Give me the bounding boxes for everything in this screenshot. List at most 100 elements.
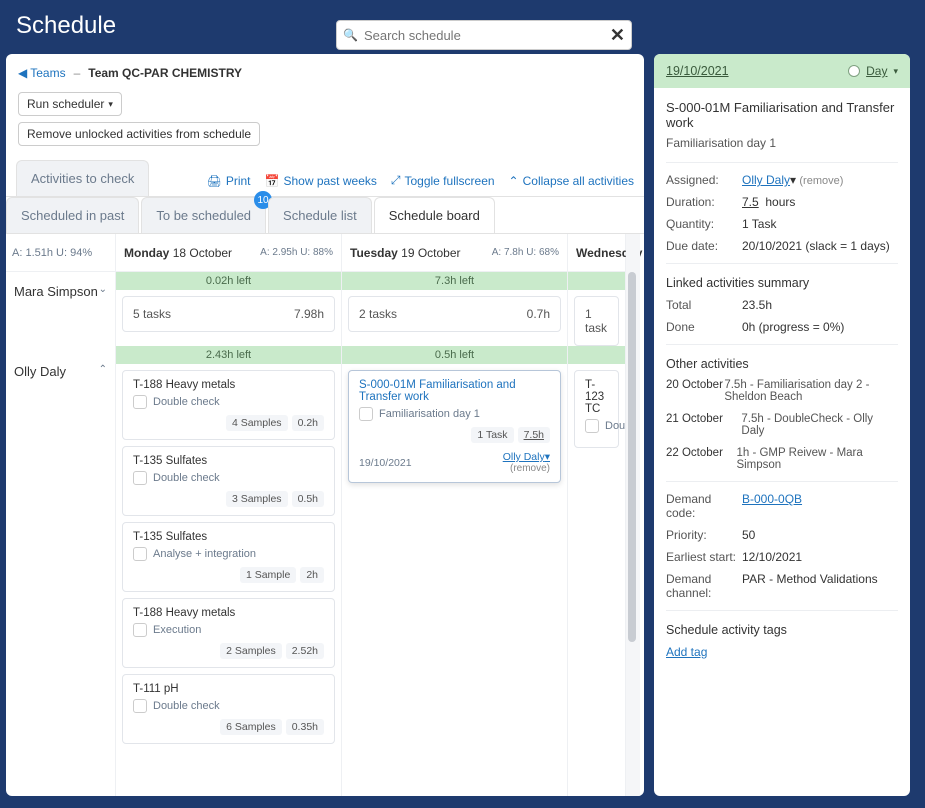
calendar-icon: 📅 [265,174,280,188]
demand-code-link[interactable]: B-000-0QB [742,492,802,506]
task-title: T-188 Heavy metals [133,379,324,391]
tabs: Activities to check [16,160,149,196]
label-priority: Priority: [666,528,742,542]
detail-panel: 19/10/2021 Day▾ S-000-01M Familiarisatio… [654,54,910,796]
chevron-up-icon: ⌃ [99,364,107,375]
task-title[interactable]: S-000-01M Familiarisation and Transfer w… [359,379,550,403]
hours-left-bar: 0.02h left [116,272,341,290]
tab-activities-to-check[interactable]: Activities to check [16,160,149,196]
show-past-weeks-link[interactable]: 📅Show past weeks [265,173,377,188]
scroll-thumb[interactable] [628,272,636,642]
task-title: T-135 Sulfates [133,455,324,467]
chevron-up-icon: ⌃ [509,174,519,188]
tags-heading: Schedule activity tags [666,623,898,637]
day-label: Monday [124,246,169,260]
hours-left-bar: 0.5h left [342,346,567,364]
day-date: 19 October [401,246,460,260]
expand-icon: ⤢ [391,173,401,188]
run-scheduler-button[interactable]: Run scheduler▾ [18,92,122,116]
label-total: Total [666,298,742,312]
tab-schedule-board[interactable]: Schedule board [374,197,495,233]
assignee-link[interactable]: Olly Daly▾ [503,451,550,463]
checkbox[interactable] [133,623,147,637]
day-date: 18 October [173,246,232,260]
person-column-stats: A: 1.51h U: 94% [6,234,115,272]
tab-scheduled-in-past[interactable]: Scheduled in past [6,197,139,233]
task-title: T-111 pH [133,683,324,695]
chip-hours: 7.5h [518,427,550,443]
add-tag-link[interactable]: Add tag [666,645,707,659]
hours-left-bar: 7.3h left [342,272,567,290]
hours-left-bar: 2.43h left [116,346,341,364]
label-demand-channel: Demand channel: [666,572,742,600]
chip-hours: 0.5h [292,491,324,507]
remove-link[interactable]: (remove) [503,463,550,474]
task-card[interactable]: T-135 SulfatesAnalyse + integration1 Sam… [122,522,335,592]
chip-samples: 6 Samples [220,719,282,735]
detail-subtitle: Familiarisation day 1 [666,136,898,150]
checkbox[interactable] [359,407,373,421]
label-earliest-start: Earliest start: [666,550,742,564]
back-arrow-icon: ◀ [18,66,27,80]
summary-card[interactable]: 2 tasks0.7h [348,296,561,332]
task-card[interactable]: T-111 pHDouble check6 Samples0.35h [122,674,335,744]
task-title: T-135 Sulfates [133,531,324,543]
collapse-all-link[interactable]: ⌃Collapse all activities [509,173,634,188]
day-stats: A: 2.95h U: 88% [260,247,333,258]
detail-title: S-000-01M Familiarisation and Transfer w… [666,100,898,130]
checkbox[interactable] [133,699,147,713]
caret-down-icon: ▾ [108,99,113,110]
summary-card[interactable]: 1 task [574,296,619,346]
assigned-link[interactable]: Olly Daly [742,173,790,187]
scrollbar[interactable] [626,234,640,796]
breadcrumb-team: Team QC-PAR CHEMISTRY [88,66,242,80]
task-title: T-123 TC [585,379,608,415]
chip-hours: 2.52h [286,643,324,659]
checkbox[interactable] [133,395,147,409]
task-card[interactable]: T-135 SulfatesDouble check3 Samples0.5h [122,446,335,516]
print-link[interactable]: 🖨Print [207,173,251,188]
main-panel: ◀ Teams – Team QC-PAR CHEMISTRY 🔍 ✕ Run … [6,54,644,796]
task-date: 19/10/2021 [359,457,412,469]
hours-left-bar [568,272,625,290]
checkbox[interactable] [585,419,599,433]
breadcrumb-sep: – [74,66,81,80]
tab-schedule-list[interactable]: Schedule list [268,197,372,233]
tab-to-be-scheduled[interactable]: To be scheduled 10 [141,197,266,233]
other-activity-row: 22 October1h - GMP Reivew - Mara Simpson [666,447,898,471]
print-icon: 🖨 [207,174,222,188]
linked-activities-heading: Linked activities summary [666,276,898,290]
checkbox[interactable] [133,547,147,561]
task-card-selected[interactable]: S-000-01M Familiarisation and Transfer w… [348,370,561,483]
task-card[interactable]: T-188 Heavy metalsExecution2 Samples2.52… [122,598,335,668]
label-demand-code: Demand code: [666,492,742,520]
chip-samples: 1 Sample [240,567,296,583]
other-activity-row: 21 October7.5h - DoubleCheck - Olly Daly [666,413,898,437]
person-olly[interactable]: Olly Daly⌃ [6,352,115,391]
summary-card[interactable]: 5 tasks7.98h [122,296,335,332]
toggle-fullscreen-link[interactable]: ⤢Toggle fullscreen [391,173,495,188]
remove-assignee-link[interactable]: (remove) [799,175,843,187]
day-label: Tuesday [350,246,398,260]
breadcrumb-teams-link[interactable]: ◀ Teams [18,66,66,80]
day-stats: A: 7.8h U: 68% [492,247,559,258]
day-toggle[interactable]: Day▾ [848,64,898,78]
chip-hours: 0.35h [286,719,324,735]
chip-samples: 3 Samples [226,491,288,507]
checkbox[interactable] [133,471,147,485]
detail-date-link[interactable]: 19/10/2021 [666,64,729,78]
breadcrumb: ◀ Teams – Team QC-PAR CHEMISTRY [6,54,644,88]
chip-samples: 4 Samples [226,415,288,431]
chip-tasks: 1 Task [471,427,513,443]
label-duration: Duration: [666,195,742,209]
person-mara[interactable]: Mara Simpson⌄ [6,272,115,352]
label-quantity: Quantity: [666,217,742,231]
task-card[interactable]: T-188 Heavy metalsDouble check4 Samples0… [122,370,335,440]
other-activity-row: 20 October7.5h - Familiarisation day 2 -… [666,379,898,403]
label-assigned: Assigned: [666,173,742,187]
remove-unlocked-button[interactable]: Remove unlocked activities from schedule [18,122,260,146]
task-card[interactable]: T-123 TC Dou [574,370,619,448]
task-title: T-188 Heavy metals [133,607,324,619]
label-done: Done [666,320,742,334]
other-activities-heading: Other activities [666,357,898,371]
